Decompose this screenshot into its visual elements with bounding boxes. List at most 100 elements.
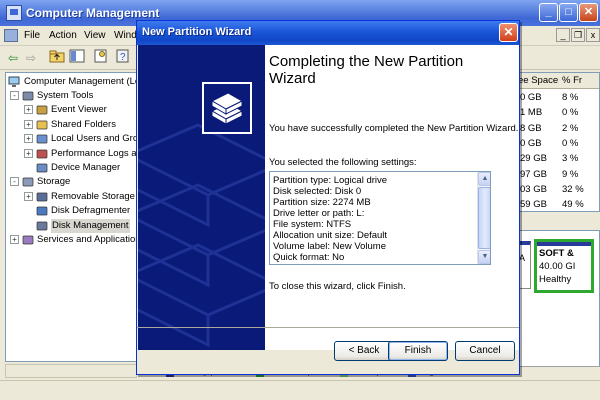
wizard-content: Completing the New Partition Wizard You … (265, 45, 519, 350)
volume-row[interactable]: 97 GB 9 % (516, 168, 599, 183)
setting-line: Allocation unit size: Default (273, 230, 388, 241)
tree-item-label: Removable Storage (51, 190, 135, 202)
collapse-icon[interactable]: - (10, 91, 19, 100)
menu-action[interactable]: Action (49, 30, 77, 41)
tree-item-label: Disk Defragmenter (51, 205, 131, 217)
percent-free-cell: 49 % (562, 199, 584, 211)
desktop-screen: Computer Management _ □ ✕ File Action Vi… (0, 0, 600, 400)
svg-text:?: ? (120, 52, 126, 63)
back-button[interactable]: < Back (334, 341, 394, 361)
partition-size: 40.00 GI (539, 261, 576, 272)
properties-icon[interactable] (92, 49, 110, 67)
free-space-cell: 97 GB (520, 168, 547, 180)
tree-item-label: Performance Logs and Alerts (51, 147, 137, 159)
help-icon[interactable]: ? (114, 49, 132, 67)
expand-icon[interactable]: + (10, 235, 19, 244)
forward-arrow-icon[interactable]: ⇨ (22, 49, 40, 67)
finish-button[interactable]: Finish (388, 341, 448, 361)
volume-row[interactable]: 1 MB 0 % (516, 107, 599, 121)
volume-row[interactable]: 0 GB 0 % (516, 137, 599, 152)
partition-color-bar (537, 242, 591, 246)
show-tree-icon[interactable] (68, 49, 86, 67)
child-restore-button[interactable]: ❐ (571, 28, 585, 42)
scroll-down-icon[interactable]: ▼ (478, 250, 490, 264)
tree-item-label: Storage (37, 176, 71, 188)
event-viewer-icon (36, 104, 48, 116)
settings-summary-box[interactable]: Partition type: Logical drive Disk select… (269, 171, 491, 265)
expand-icon[interactable]: + (24, 119, 33, 129)
wizard-titlebar[interactable]: New Partition Wizard ✕ (137, 21, 519, 45)
console-tree: Computer Management (Local) - System Tool… (5, 72, 137, 362)
child-close-button[interactable]: x (586, 28, 600, 42)
volume-row[interactable]: 59 GB 49 % (516, 199, 599, 211)
setting-line: Partition size: 2274 MB (273, 197, 371, 208)
mmc-icon[interactable] (4, 29, 18, 42)
tree-item-label: Shared Folders (51, 118, 116, 130)
shared-folders-icon (36, 119, 48, 131)
close-button[interactable]: ✕ (579, 3, 598, 22)
tree-label-root: Computer Management (Local) (24, 76, 136, 87)
services-icon (22, 234, 34, 246)
column-free-space[interactable]: ee Space (518, 75, 558, 86)
expand-icon[interactable]: + (24, 134, 33, 144)
scrollbar-thumb[interactable] (478, 187, 490, 249)
wizard-heading-line1: Completing the New Partition (269, 53, 464, 70)
up-folder-icon[interactable] (48, 49, 66, 67)
tree-item-label: Services and Applications (37, 234, 137, 245)
volume-row[interactable]: 29 GB 3 % (516, 153, 599, 167)
percent-free-cell: 32 % (562, 183, 584, 195)
volume-list: ee Space % Fr 0 GB 8 % 1 MB 0 % 8 GB 2 % 0 GB 0… (515, 72, 600, 212)
back-arrow-icon[interactable]: ⇦ (4, 49, 22, 67)
partition-status: Healthy (539, 274, 572, 285)
wizard-banner-art (138, 45, 265, 350)
percent-free-cell: 3 % (562, 153, 579, 165)
minimize-button[interactable]: _ (539, 3, 558, 22)
menu-view[interactable]: View (84, 30, 106, 41)
free-space-cell: 1 MB (520, 107, 543, 119)
setting-line: File system: NTFS (273, 219, 352, 230)
percent-free-cell: 2 % (562, 122, 579, 134)
collapse-icon[interactable]: - (10, 177, 19, 187)
child-minimize-button[interactable]: _ (556, 28, 570, 42)
wizard-separator (137, 327, 519, 328)
maximize-button[interactable]: □ (559, 3, 578, 22)
users-icon (36, 133, 48, 145)
wizard-close-button[interactable]: ✕ (499, 23, 518, 42)
setting-line: Volume label: New Volume (273, 241, 387, 252)
free-space-cell: 59 GB (520, 199, 547, 211)
status-bar (0, 380, 600, 400)
setting-line: Quick format: No (273, 252, 345, 263)
window-title: Computer Management (26, 6, 160, 20)
setting-line: Partition type: Logical drive (273, 175, 388, 186)
column-percent-free[interactable]: % Fr (562, 75, 582, 86)
wizard-title: New Partition Wizard (142, 26, 252, 38)
percent-free-cell: 9 % (562, 168, 579, 180)
percent-free-cell: 0 % (562, 107, 579, 119)
setting-line: Drive letter or path: L: (273, 208, 365, 219)
wizard-success-text: You have successfully completed the New … (269, 123, 519, 134)
cancel-button[interactable]: Cancel (455, 341, 515, 361)
volume-row[interactable]: 0 GB 8 % (516, 92, 599, 106)
wizard-heading: Completing the New Partition Wizard (269, 53, 509, 87)
free-space-cell: 0 GB (520, 137, 542, 149)
volume-list-header: ee Space % Fr (516, 73, 599, 89)
removable-storage-icon (36, 191, 48, 203)
menu-file[interactable]: File (24, 30, 40, 41)
partition-name: SOFT & (539, 248, 574, 259)
volume-row[interactable]: 03 GB 32 % (516, 183, 599, 198)
tools-icon (22, 90, 34, 102)
tree-item-label: Local Users and Groups (51, 133, 137, 145)
disk-partition-soft[interactable]: SOFT & 40.00 GI Healthy (534, 239, 594, 293)
new-partition-wizard-dialog: New Partition Wizard ✕ Completing the Ne… (136, 20, 520, 375)
wizard-close-hint: To close this wizard, click Finish. (269, 281, 406, 292)
expand-icon[interactable]: + (24, 148, 33, 158)
tree-item-label: System Tools (37, 90, 94, 101)
settings-scrollbar[interactable]: ▲ ▼ (477, 172, 490, 264)
performance-icon (36, 148, 48, 160)
scroll-up-icon[interactable]: ▲ (478, 172, 490, 186)
tree-horizontal-scrollbar[interactable] (5, 364, 137, 378)
expand-icon[interactable]: + (24, 105, 33, 115)
volume-row[interactable]: 8 GB 2 % (516, 122, 599, 137)
wizard-heading-line2: Wizard (269, 70, 316, 87)
expand-icon[interactable]: + (24, 191, 33, 201)
